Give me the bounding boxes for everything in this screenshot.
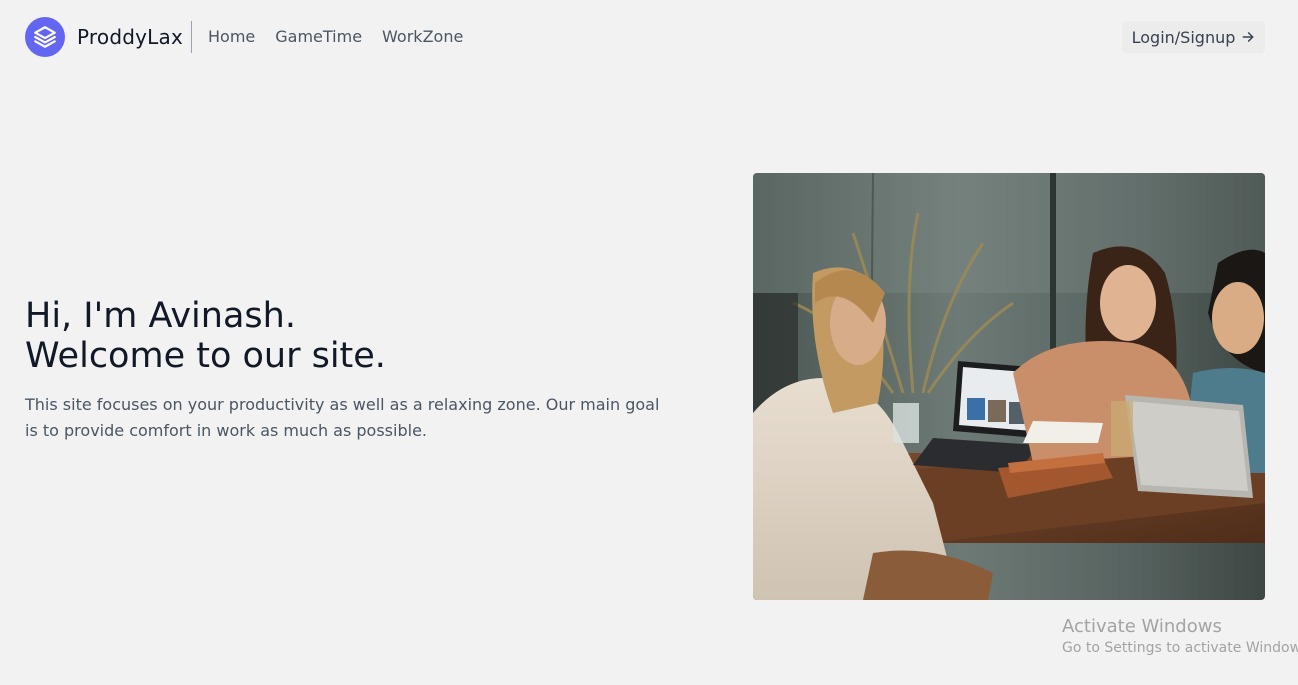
- hero-photo-illustration: [753, 173, 1265, 600]
- hero-description: This site focuses on your productivity a…: [25, 395, 660, 440]
- nav-link-workzone[interactable]: WorkZone: [382, 26, 463, 48]
- watermark-title: Activate Windows: [1062, 616, 1222, 637]
- activate-windows-watermark: Activate Windows Go to Settings to activ…: [1062, 616, 1298, 658]
- nav-link-gametime[interactable]: GameTime: [275, 26, 362, 48]
- layers-icon: [25, 17, 65, 57]
- site-header: ProddyLax Home GameTime WorkZone Login/S…: [0, 0, 1298, 74]
- header-divider: [191, 21, 192, 53]
- watermark-subtitle: Go to Settings to activate Windows.: [1062, 640, 1298, 656]
- brand-name: ProddyLax: [77, 25, 183, 49]
- hero-title-line1: Hi, I'm Avinash.: [25, 296, 296, 336]
- main-nav: Home GameTime WorkZone: [208, 26, 463, 48]
- hero-image: [753, 173, 1265, 600]
- hero-title: Hi, I'm Avinash. Welcome to our site.: [25, 296, 386, 376]
- hero-title-line2: Welcome to our site.: [25, 336, 386, 376]
- brand-logo[interactable]: ProddyLax: [25, 17, 183, 57]
- arrow-right-icon: [1242, 32, 1254, 42]
- login-button-label: Login/Signup: [1131, 27, 1236, 47]
- nav-link-home[interactable]: Home: [208, 26, 255, 48]
- login-signup-button[interactable]: Login/Signup: [1122, 21, 1265, 53]
